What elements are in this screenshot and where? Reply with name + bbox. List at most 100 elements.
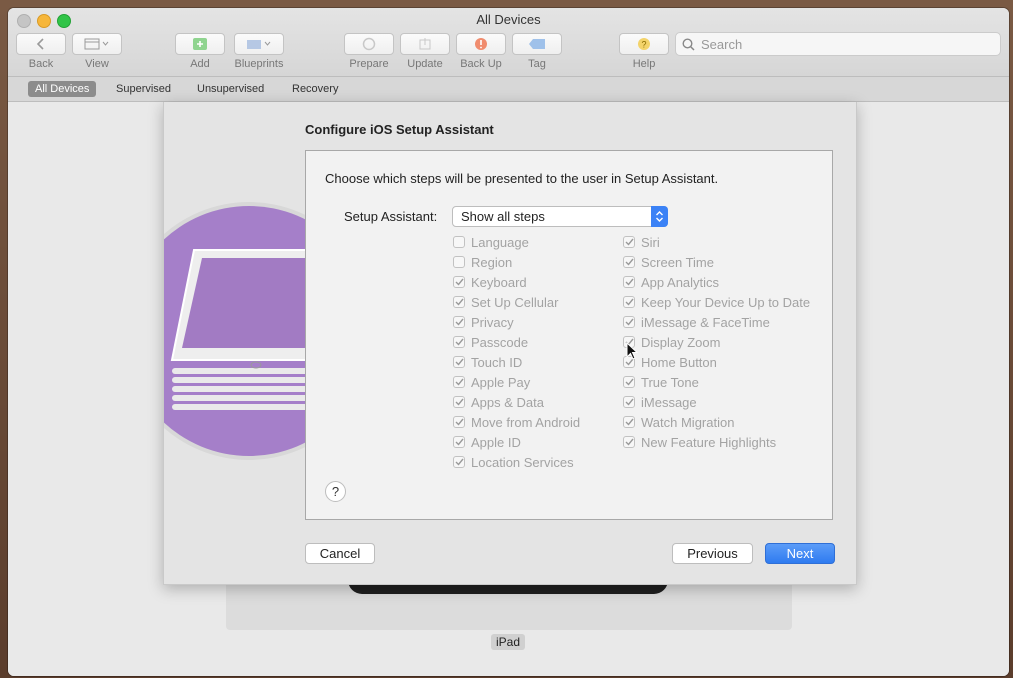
view-button[interactable]: [72, 33, 122, 55]
checkmark-icon: [623, 376, 635, 388]
back-label: Back: [28, 58, 54, 70]
scope-tab-supervised[interactable]: Supervised: [109, 81, 178, 97]
mouse-pointer-icon: [626, 342, 638, 360]
search-icon: [682, 37, 695, 51]
step-label: Apple Pay: [471, 374, 531, 390]
step-checkbox-screen-time[interactable]: Screen Time: [623, 253, 714, 271]
prepare-icon: [362, 37, 376, 51]
checkmark-icon: [453, 336, 465, 348]
setup-assistant-value: Show all steps: [461, 209, 545, 224]
scope-tab-all-devices[interactable]: All Devices: [28, 81, 97, 97]
step-label: Passcode: [471, 334, 529, 350]
update-label: Update: [407, 58, 443, 70]
instruction-text: Choose which steps will be presented to …: [325, 171, 719, 186]
steps-panel: Choose which steps will be presented to …: [305, 150, 833, 520]
step-checkbox-passcode[interactable]: Passcode: [453, 333, 528, 351]
search-field[interactable]: Search: [675, 32, 1001, 56]
step-checkbox-siri[interactable]: Siri: [623, 233, 660, 251]
checkmark-icon: [623, 316, 635, 328]
back-button[interactable]: [16, 33, 66, 55]
blueprints-button[interactable]: [234, 33, 284, 55]
step-label: Display Zoom: [641, 334, 721, 350]
checkmark-icon: [453, 276, 465, 288]
step-checkbox-move-from-android[interactable]: Move from Android: [453, 413, 580, 431]
step-label: New Feature Highlights: [641, 434, 777, 450]
previous-button[interactable]: Previous: [672, 543, 753, 564]
prepare-label: Prepare: [349, 58, 389, 70]
backup-label: Back Up: [460, 58, 502, 70]
step-label: Keyboard: [471, 274, 527, 290]
tag-icon: [529, 39, 545, 49]
checkmark-icon: [453, 356, 465, 368]
step-checkbox-privacy[interactable]: Privacy: [453, 313, 514, 331]
setup-assistant-sheet: Configure iOS Setup Assistant Choose whi…: [163, 102, 857, 585]
step-label: iMessage & FaceTime: [641, 314, 770, 330]
checkmark-icon: [623, 416, 635, 428]
tag-button[interactable]: [512, 33, 562, 55]
step-checkbox-set-up-cellular[interactable]: Set Up Cellular: [453, 293, 558, 311]
step-label: Screen Time: [641, 254, 714, 270]
step-label: Privacy: [471, 314, 514, 330]
empty-checkbox-icon: [453, 256, 465, 268]
step-checkbox-apple-id[interactable]: Apple ID: [453, 433, 521, 451]
setup-assistant-label: Setup Assistant:: [344, 209, 438, 224]
backup-button[interactable]: [456, 33, 506, 55]
sheet-title: Configure iOS Setup Assistant: [305, 122, 494, 137]
step-checkbox-location-services[interactable]: Location Services: [453, 453, 574, 471]
step-checkbox-imessage-and-facetime[interactable]: iMessage & FaceTime: [623, 313, 770, 331]
backup-icon: [475, 38, 487, 50]
checkmark-icon: [623, 436, 635, 448]
view-label: View: [85, 58, 109, 70]
prepare-button[interactable]: [344, 33, 394, 55]
blueprints-label: Blueprints: [234, 58, 284, 70]
checkmark-icon: [453, 456, 465, 468]
window-title: All Devices: [476, 12, 541, 27]
step-label: Touch ID: [471, 354, 523, 370]
step-checkbox-app-analytics[interactable]: App Analytics: [623, 273, 719, 291]
step-label: App Analytics: [641, 274, 720, 290]
scope-bar: All Devices Supervised Unsupervised Reco…: [8, 77, 1009, 102]
checkmark-icon: [623, 276, 635, 288]
help-toolbar-button[interactable]: ?: [619, 33, 669, 55]
step-label: Watch Migration: [641, 414, 735, 430]
checkmark-icon: [453, 376, 465, 388]
cancel-button[interactable]: Cancel: [305, 543, 375, 564]
step-checkbox-touch-id[interactable]: Touch ID: [453, 353, 522, 371]
add-label: Add: [190, 58, 210, 70]
checkmark-icon: [453, 396, 465, 408]
view-grid-icon: [84, 38, 109, 50]
checkmark-icon: [453, 416, 465, 428]
step-checkbox-true-tone[interactable]: True Tone: [623, 373, 699, 391]
step-label: Apple ID: [471, 434, 521, 450]
checkmark-icon: [453, 316, 465, 328]
step-label: Language: [471, 234, 529, 250]
step-checkbox-language[interactable]: Language: [453, 233, 529, 251]
checkmark-icon: [623, 296, 635, 308]
search-placeholder: Search: [701, 36, 743, 52]
step-checkbox-watch-migration[interactable]: Watch Migration: [623, 413, 734, 431]
scope-tab-recovery[interactable]: Recovery: [285, 81, 345, 97]
step-label: Set Up Cellular: [471, 294, 559, 310]
setup-assistant-popup[interactable]: Show all steps: [452, 206, 668, 227]
step-checkbox-imessage[interactable]: iMessage: [623, 393, 697, 411]
step-checkbox-apple-pay[interactable]: Apple Pay: [453, 373, 530, 391]
popup-arrows-icon: [651, 206, 668, 227]
next-button[interactable]: Next: [765, 543, 835, 564]
step-checkbox-keyboard[interactable]: Keyboard: [453, 273, 527, 291]
step-label: Siri: [641, 234, 660, 250]
step-label: Apps & Data: [471, 394, 544, 410]
add-button[interactable]: [175, 33, 225, 55]
device-name: iPad: [491, 634, 526, 650]
update-button[interactable]: [400, 33, 450, 55]
blueprints-icon: [247, 40, 271, 49]
step-checkbox-region[interactable]: Region: [453, 253, 512, 271]
checkmark-icon: [453, 296, 465, 308]
step-checkbox-keep-your-device-up-to-date[interactable]: Keep Your Device Up to Date: [623, 293, 810, 311]
step-checkbox-new-feature-highlights[interactable]: New Feature Highlights: [623, 433, 776, 451]
scope-tab-unsupervised[interactable]: Unsupervised: [190, 81, 271, 97]
help-button[interactable]: ?: [325, 481, 346, 502]
tag-label: Tag: [528, 58, 546, 70]
step-checkbox-apps-and-data[interactable]: Apps & Data: [453, 393, 544, 411]
step-label: Home Button: [641, 354, 717, 370]
update-icon: [419, 38, 431, 50]
